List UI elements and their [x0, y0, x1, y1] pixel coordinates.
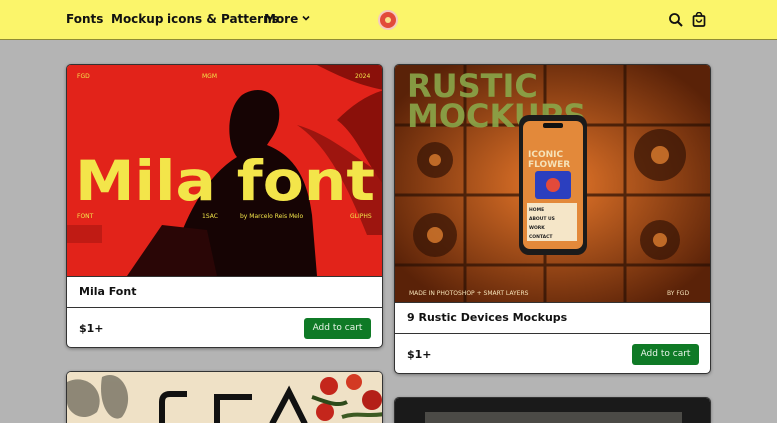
art-footer-left: MADE IN PHOTOSHOP + SMART LAYERS: [409, 290, 529, 297]
product-card-rustic-mockups[interactable]: RUSTIC MOCKUPS ICONIC FLOWER HOME ABOUT …: [394, 64, 711, 374]
product-image-mila-font[interactable]: FGD MGM 2024 Mila font FONT 1SAC by Marc…: [67, 65, 382, 276]
product-card-partial-left[interactable]: [66, 371, 383, 423]
product-card-partial-right[interactable]: [394, 397, 711, 423]
art-headline: Mila font: [75, 149, 375, 213]
phone-menu-about: ABOUT US: [529, 216, 555, 222]
chevron-down-icon: [302, 15, 311, 21]
brand-logo[interactable]: [378, 10, 398, 30]
phone-menu-contact: CONTACT: [529, 234, 553, 240]
shopping-bag-icon[interactable]: [691, 12, 707, 28]
art-footer-right: BY FGD: [667, 290, 689, 297]
logo-center: [385, 17, 391, 23]
art-byline: by Marcelo Reis Melo: [240, 213, 304, 220]
search-icon[interactable]: [668, 12, 684, 28]
mila-font-artwork: FGD MGM 2024 Mila font FONT 1SAC by Marc…: [67, 65, 382, 276]
phone-title-2: FLOWER: [528, 160, 570, 170]
card-image-divider: [395, 302, 710, 303]
add-to-cart-button[interactable]: Add to cart: [304, 318, 371, 339]
product-price: $1+: [79, 322, 104, 335]
partial-artwork: [395, 398, 710, 423]
art-top-right: 2024: [355, 73, 370, 80]
product-price: $1+: [407, 348, 432, 361]
phone-title-1: ICONIC: [528, 150, 563, 160]
art-bottom-left: FONT: [77, 213, 94, 220]
art-top-left: FGD: [77, 73, 90, 80]
card-divider: [395, 333, 710, 334]
site-header: Fonts Mockup icons & Patterns More: [0, 0, 777, 40]
add-to-cart-button[interactable]: Add to cart: [632, 344, 699, 365]
rustic-mockups-artwork: RUSTIC MOCKUPS ICONIC FLOWER HOME ABOUT …: [395, 65, 710, 302]
card-image-divider: [67, 276, 382, 277]
nav-fonts[interactable]: Fonts: [66, 12, 103, 26]
phone-menu-work: WORK: [529, 225, 545, 231]
nav-more[interactable]: More: [264, 12, 311, 26]
product-image-rustic-mockups[interactable]: RUSTIC MOCKUPS ICONIC FLOWER HOME ABOUT …: [395, 65, 710, 302]
nav-icons-patterns[interactable]: icons & Patterns: [167, 12, 279, 26]
product-title[interactable]: Mila Font: [79, 285, 136, 298]
art-bottom-right: GLIPHS: [350, 213, 372, 220]
product-title[interactable]: 9 Rustic Devices Mockups: [407, 311, 567, 324]
nav-more-label: More: [264, 12, 299, 26]
floral-artwork: [67, 372, 382, 423]
nav-mockup[interactable]: Mockup: [111, 12, 163, 26]
phone-menu-home: HOME: [529, 207, 544, 213]
art-top-center: MGM: [202, 73, 217, 80]
product-card-mila-font[interactable]: FGD MGM 2024 Mila font FONT 1SAC by Marc…: [66, 64, 383, 348]
card-divider: [67, 307, 382, 308]
art-bottom-mid: 1SAC: [202, 213, 218, 220]
